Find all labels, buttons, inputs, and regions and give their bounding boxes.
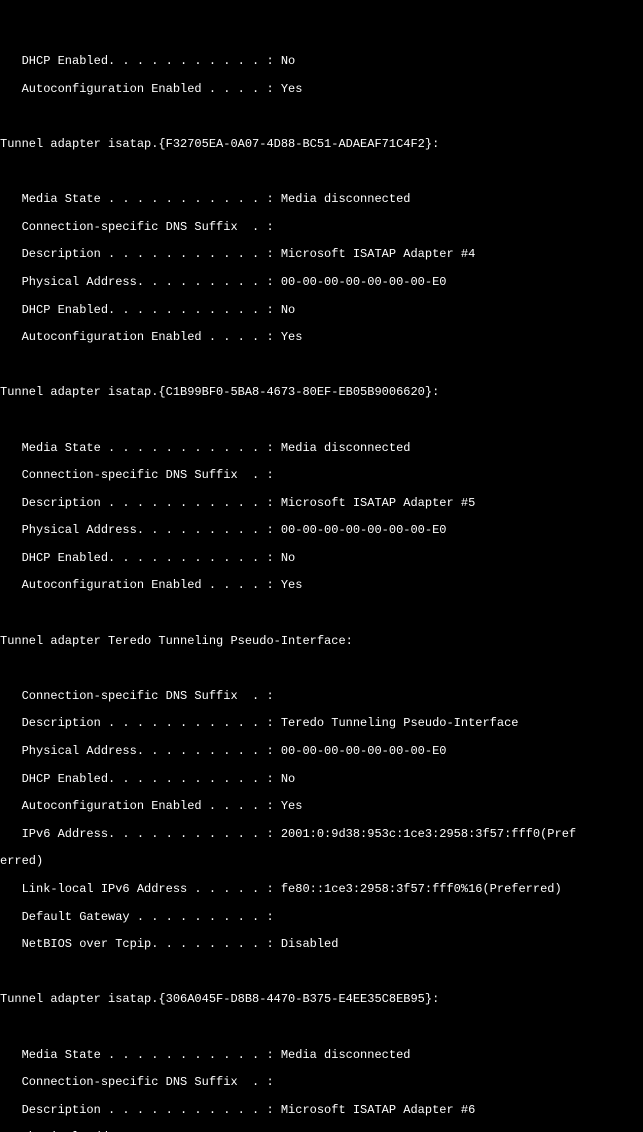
dhcp-enabled-line: DHCP Enabled. . . . . . . . . . . : No <box>0 55 643 69</box>
blank-line <box>0 607 643 621</box>
description-line: Description . . . . . . . . . . . : Micr… <box>0 1104 643 1118</box>
physical-address-line: Physical Address. . . . . . . . . : 00-0… <box>0 745 643 759</box>
adapter-header: Tunnel adapter isatap.{F32705EA-0A07-4D8… <box>0 138 643 152</box>
dns-suffix-line: Connection-specific DNS Suffix . : <box>0 469 643 483</box>
physical-address-line: Physical Address. . . . . . . . . : 00-0… <box>0 524 643 538</box>
media-state-line: Media State . . . . . . . . . . . : Medi… <box>0 193 643 207</box>
autoconfig-line: Autoconfiguration Enabled . . . . : Yes <box>0 331 643 345</box>
link-local-ipv6-line: Link-local IPv6 Address . . . . . : fe80… <box>0 883 643 897</box>
blank-line <box>0 662 643 676</box>
adapter-header: Tunnel adapter Teredo Tunneling Pseudo-I… <box>0 635 643 649</box>
physical-address-line: Physical Address. . . . . . . . . : 00-0… <box>0 1131 643 1132</box>
description-line: Description . . . . . . . . . . . : Micr… <box>0 497 643 511</box>
dhcp-enabled-line: DHCP Enabled. . . . . . . . . . . : No <box>0 304 643 318</box>
adapter-header: Tunnel adapter isatap.{C1B99BF0-5BA8-467… <box>0 386 643 400</box>
blank-line <box>0 414 643 428</box>
dns-suffix-line: Connection-specific DNS Suffix . : <box>0 221 643 235</box>
blank-line <box>0 359 643 373</box>
physical-address-line: Physical Address. . . . . . . . . : 00-0… <box>0 276 643 290</box>
adapter-header: Tunnel adapter isatap.{306A045F-D8B8-447… <box>0 993 643 1007</box>
media-state-line: Media State . . . . . . . . . . . : Medi… <box>0 1049 643 1063</box>
blank-line <box>0 966 643 980</box>
netbios-line: NetBIOS over Tcpip. . . . . . . . : Disa… <box>0 938 643 952</box>
blank-line <box>0 1021 643 1035</box>
dhcp-enabled-line: DHCP Enabled. . . . . . . . . . . : No <box>0 773 643 787</box>
media-state-line: Media State . . . . . . . . . . . : Medi… <box>0 442 643 456</box>
blank-line <box>0 166 643 180</box>
blank-line <box>0 110 643 124</box>
ipv6-address-wrap: erred) <box>0 855 643 869</box>
autoconfig-line: Autoconfiguration Enabled . . . . : Yes <box>0 579 643 593</box>
autoconfig-line: Autoconfiguration Enabled . . . . : Yes <box>0 83 643 97</box>
dns-suffix-line: Connection-specific DNS Suffix . : <box>0 1076 643 1090</box>
description-line: Description . . . . . . . . . . . : Tere… <box>0 717 643 731</box>
ipv6-address-line: IPv6 Address. . . . . . . . . . . : 2001… <box>0 828 643 842</box>
autoconfig-line: Autoconfiguration Enabled . . . . : Yes <box>0 800 643 814</box>
default-gateway-line: Default Gateway . . . . . . . . . : <box>0 911 643 925</box>
dhcp-enabled-line: DHCP Enabled. . . . . . . . . . . : No <box>0 552 643 566</box>
description-line: Description . . . . . . . . . . . : Micr… <box>0 248 643 262</box>
dns-suffix-line: Connection-specific DNS Suffix . : <box>0 690 643 704</box>
